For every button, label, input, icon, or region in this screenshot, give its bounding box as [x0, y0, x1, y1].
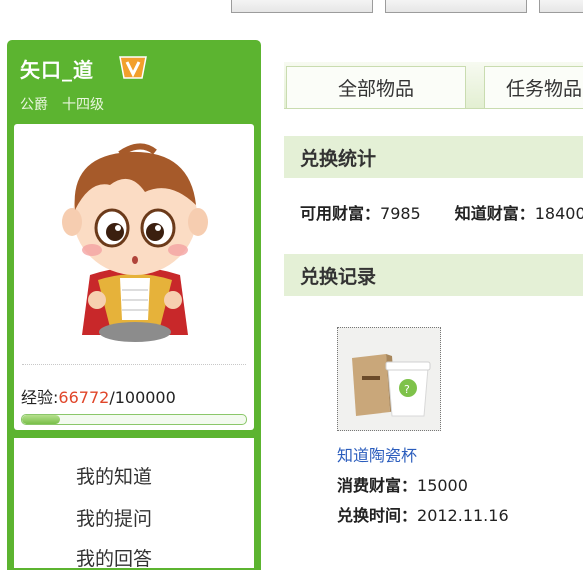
- avatar-card: 经验:66772/100000: [14, 124, 254, 430]
- top-tab-2[interactable]: [385, 0, 527, 13]
- svg-text:?: ?: [404, 383, 410, 396]
- records-section-title: 兑换记录: [284, 254, 583, 296]
- product-cost-label: 消费财富：: [337, 476, 418, 495]
- tab-all-items[interactable]: 全部物品: [286, 66, 466, 108]
- top-tab-1[interactable]: [231, 0, 373, 13]
- divider: [22, 364, 246, 365]
- vip-badge-icon[interactable]: [118, 54, 148, 80]
- item-tabs-bar: 全部物品 任务物品: [284, 62, 583, 109]
- nav-menu: 我的知道 我的提问 我的回答: [14, 438, 254, 571]
- username[interactable]: 矢口_道: [20, 54, 94, 83]
- product-time-label: 兑换时间：: [337, 506, 418, 525]
- available-wealth: 可用财富：7985: [300, 204, 421, 223]
- nav-item-my-answers[interactable]: 我的回答: [76, 544, 152, 571]
- zhidao-wealth-value: 18400: [534, 204, 583, 223]
- tab-task-items[interactable]: 任务物品: [484, 66, 583, 108]
- user-title: 公爵: [20, 97, 48, 113]
- experience-max: 100000: [114, 388, 176, 407]
- product-exchange-time: 兑换时间：2012.11.16: [337, 502, 509, 526]
- product-time-value: 2012.11.16: [417, 506, 509, 525]
- experience-progress-bar: [21, 414, 247, 425]
- experience-label: 经验:66772/100000: [21, 384, 176, 408]
- experience-current: 66772: [58, 388, 110, 407]
- top-tab-3[interactable]: [539, 0, 583, 13]
- ceramic-cup-icon: ?: [338, 328, 440, 430]
- product-image[interactable]: ?: [337, 327, 441, 431]
- user-level: 十四级: [62, 97, 104, 113]
- nav-item-my-questions[interactable]: 我的提问: [76, 504, 152, 531]
- product-cost-value: 15000: [417, 476, 468, 495]
- zhidao-wealth: 知道财富：18400: [455, 204, 583, 223]
- product-name-link[interactable]: 知道陶瓷杯: [337, 442, 417, 466]
- zhidao-wealth-label: 知道财富：: [454, 204, 535, 223]
- experience-text: 经验:: [21, 388, 59, 407]
- experience-progress-fill: [22, 415, 61, 424]
- wealth-stats: 可用财富：7985 知道财富：18400: [300, 200, 583, 224]
- available-wealth-value: 7985: [380, 204, 421, 223]
- product-cost: 消费财富：15000: [337, 472, 468, 496]
- stats-section-title: 兑换统计: [284, 136, 583, 178]
- avatar: [62, 143, 208, 342]
- available-wealth-label: 可用财富：: [300, 204, 381, 223]
- nav-item-my-zhidao[interactable]: 我的知道: [76, 462, 152, 489]
- user-rank: 公爵 十四级: [20, 94, 104, 114]
